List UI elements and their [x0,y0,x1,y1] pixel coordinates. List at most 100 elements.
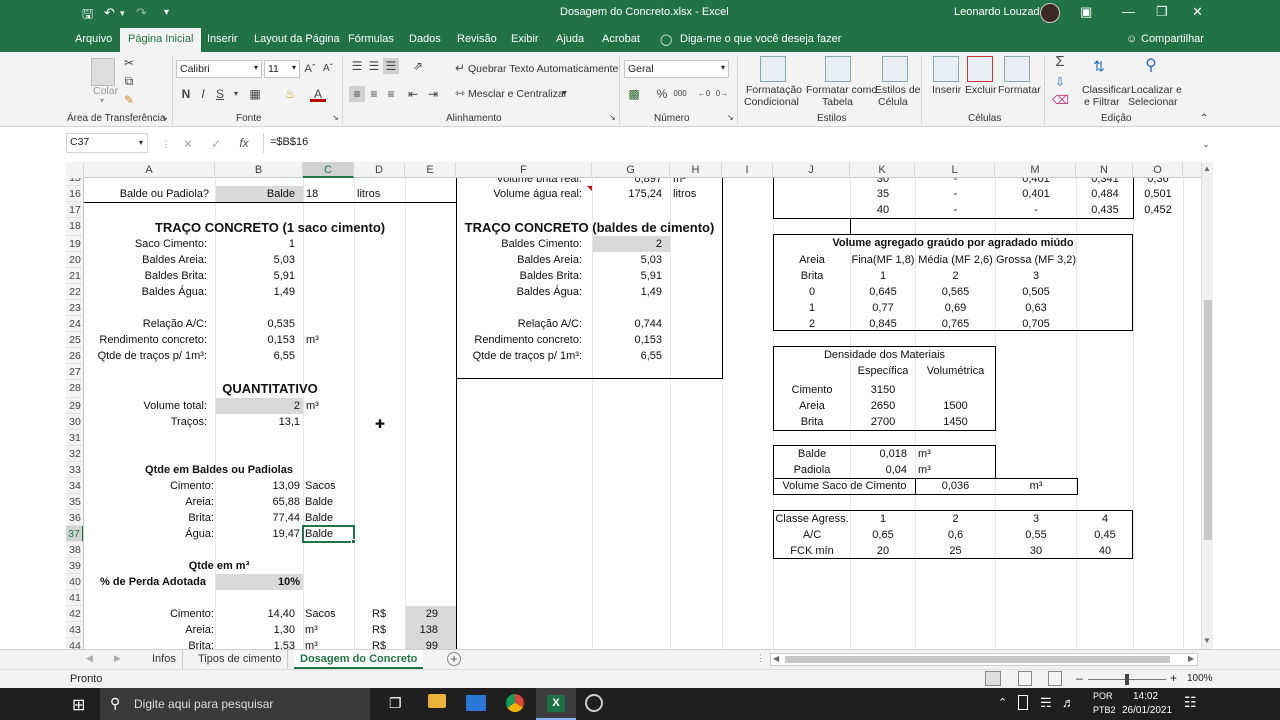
close-icon[interactable]: ✕ [1192,4,1203,20]
align-right-icon[interactable]: ≡ [383,86,399,102]
cancel-icon[interactable]: ✕ [180,136,196,152]
cell[interactable]: Sacos [305,478,336,494]
delete-cells-icon[interactable] [967,56,993,82]
cell[interactable]: 40 [851,202,915,218]
cell[interactable]: Relação A/C: [85,316,207,332]
cell-styles-line2[interactable]: Célula [878,96,908,108]
section-subtitle[interactable]: Qtde em m³ [84,558,354,574]
vertical-scrollbar[interactable]: ▲ ▼ [1201,162,1213,649]
file-explorer-icon[interactable] [428,694,446,708]
decrease-decimal-icon[interactable]: 0→ [714,86,730,102]
cell[interactable]: Baldes Água: [457,284,582,300]
cell[interactable]: Qtde de traços p/ 1m³: [85,348,207,364]
tab-exibir[interactable]: Exibir [511,33,539,45]
cell[interactable]: R$ [372,622,386,638]
cell[interactable]: m³ [996,478,1076,494]
volume-icon[interactable]: ♬ [1062,695,1075,710]
cell[interactable]: 14,40 [216,606,295,622]
cell[interactable]: Sacos [305,606,336,622]
cell[interactable]: 0,435 [1077,202,1133,218]
cell[interactable]: 6,55 [216,348,295,364]
cell[interactable]: Baldes Água: [85,284,207,300]
cell[interactable]: R$ [372,606,386,622]
function-icon[interactable]: fx [236,135,252,151]
fill-color-icon[interactable]: ♨ [282,86,298,102]
fill-icon[interactable]: ⇩ [1052,74,1068,90]
cell[interactable]: 0,153 [593,332,662,348]
language-primary[interactable]: POR [1093,691,1113,701]
cell[interactable]: 2 [593,236,662,252]
cell[interactable]: Brita [774,268,850,284]
select-all-corner[interactable] [66,162,84,178]
cell[interactable]: A/C [774,527,850,543]
cell[interactable]: Relação A/C: [457,316,582,332]
taskbar-search[interactable]: ⚲ Digite aqui para pesquisar [100,688,370,720]
align-middle-icon[interactable]: ☰ [366,58,382,74]
cell[interactable]: 4 [1077,511,1133,527]
section-title[interactable]: QUANTITATIVO [84,380,456,398]
cell[interactable]: litros [357,186,380,202]
alignment-launcher-icon[interactable]: ↘ [609,113,616,122]
cell[interactable]: Baldes Areia: [457,252,582,268]
cell[interactable]: 0,036 [916,478,995,494]
cell[interactable]: 0,565 [916,284,995,300]
cell[interactable]: m³ [305,622,318,638]
ribbon-display-icon[interactable]: ▣ [1080,4,1092,20]
cell[interactable]: Classe Agress. [774,511,850,527]
name-box[interactable]: C37 ▾ [66,133,148,153]
underline-dropdown-icon[interactable]: ▾ [228,86,244,102]
column-header[interactable]: F [456,162,592,178]
cell[interactable]: 2 [916,511,995,527]
cell[interactable]: 138 [406,622,438,638]
page-layout-icon[interactable] [1018,671,1032,686]
comment-indicator[interactable] [587,186,592,191]
cell[interactable]: 5,03 [216,252,295,268]
grow-font-icon[interactable]: Aˆ [302,61,318,77]
font-size-select[interactable]: 11 ▾ [264,60,300,78]
mail-icon[interactable] [466,695,486,711]
fill-handle[interactable] [351,539,356,544]
thousands-icon[interactable]: 000 [672,86,688,102]
notifications-icon[interactable]: ☷ [1184,694,1197,711]
cell[interactable]: Água: [85,526,214,542]
column-header-selected[interactable]: C [303,162,354,178]
cell[interactable]: Balde [774,446,850,462]
sheet-tab-dosagem[interactable]: Dosagem do Concreto [294,650,424,669]
increase-indent-icon[interactable]: ⇥ [425,86,441,102]
cell[interactable]: 5,03 [593,252,662,268]
cell[interactable]: 13,09 [216,478,300,494]
column-header[interactable]: E [405,162,456,178]
format-table-line1[interactable]: Formatar como [806,84,877,96]
percent-icon[interactable]: % [654,86,670,102]
section-title[interactable]: TRAÇO CONCRETO (1 saco cimento) [84,219,456,237]
autosum-icon[interactable]: Σ [1052,54,1068,70]
cell[interactable]: 1 [774,300,850,316]
table-title[interactable]: Densidade dos Materiais [774,347,995,363]
cell[interactable]: FCK mín [774,543,850,559]
cell[interactable]: 1,49 [593,284,662,300]
shrink-font-icon[interactable]: Aˇ [320,61,336,77]
cell-styles-line1[interactable]: Estilos de [875,84,921,96]
cell[interactable]: 30 [996,543,1076,559]
avatar[interactable] [1040,3,1060,23]
cell[interactable]: Volume água real: [457,186,582,202]
cell[interactable]: 1 [851,268,915,284]
save-icon[interactable]: 🖫 [82,5,93,27]
wrap-text-icon[interactable]: ↵ [452,60,468,76]
zoom-slider-thumb[interactable] [1125,674,1129,685]
cell[interactable]: 35 [851,186,915,202]
borders-icon[interactable]: ▦ [247,86,263,102]
cell[interactable]: Areia: [85,622,214,638]
cell[interactable]: 2 [774,316,850,332]
decrease-indent-icon[interactable]: ⇤ [405,86,421,102]
cell[interactable]: 0,153 [216,332,295,348]
cell[interactable]: 19,47 [216,526,300,542]
bold-icon[interactable]: N [178,86,194,102]
cell[interactable]: 65,88 [216,494,300,510]
clock-date[interactable]: 26/01/2021 [1122,705,1172,716]
tab-dados[interactable]: Dados [409,33,441,45]
scroll-left-icon[interactable]: ◀ [773,654,779,663]
sort-filter-icon[interactable]: ⇅ [1091,58,1107,74]
cell[interactable]: Rendimento concreto: [457,332,582,348]
tab-ajuda[interactable]: Ajuda [556,33,584,45]
